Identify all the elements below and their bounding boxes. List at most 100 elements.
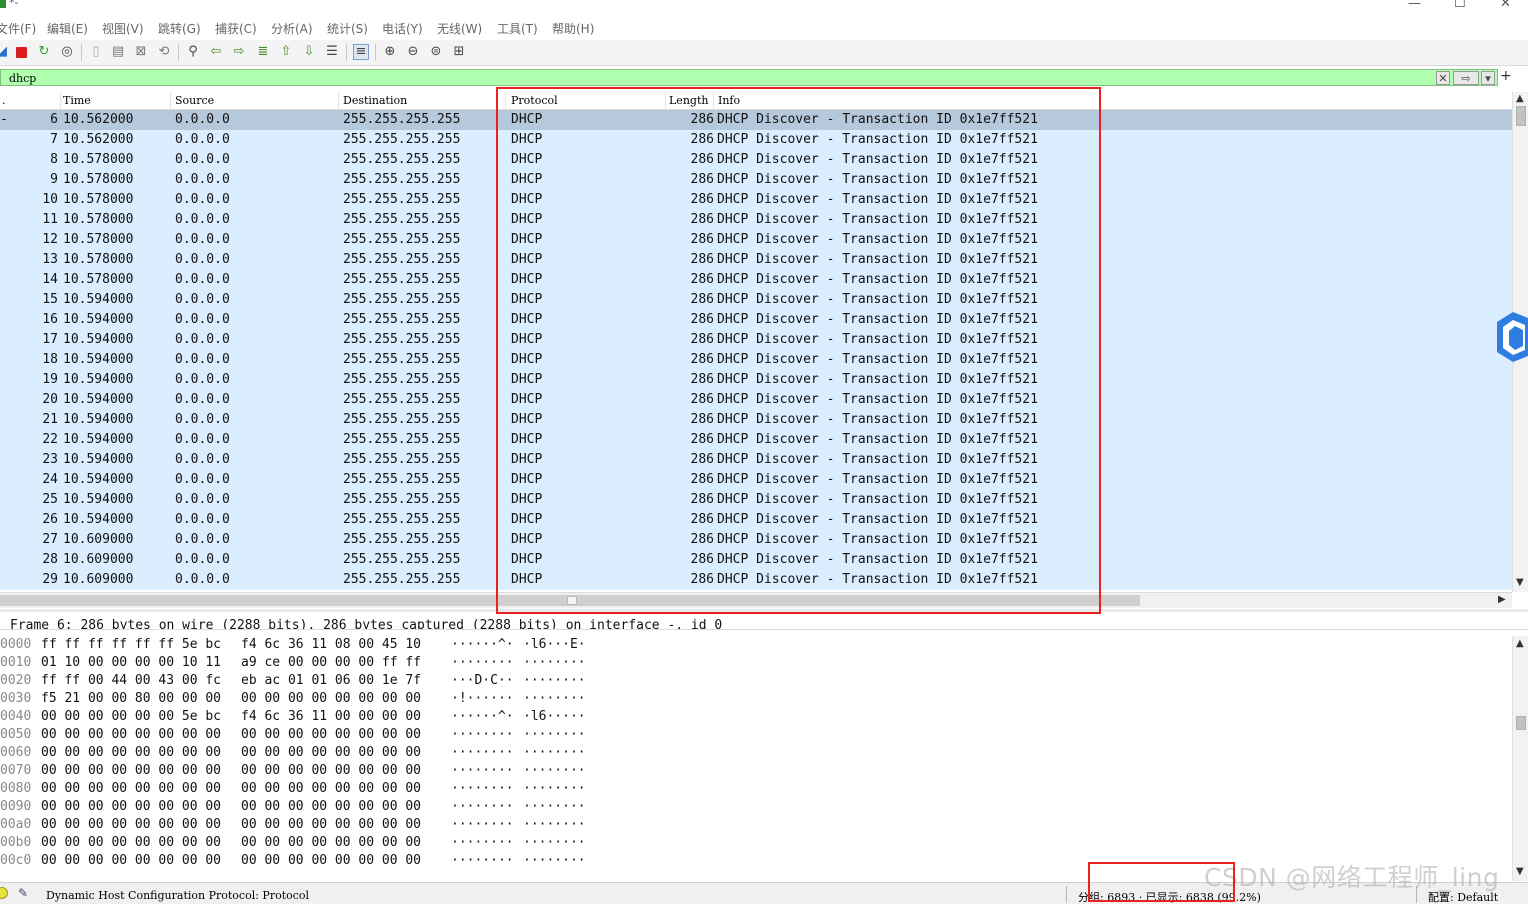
maximize-button[interactable]: ☐	[1454, 0, 1466, 11]
restart-icon[interactable]: ↻	[36, 44, 52, 60]
packet-row[interactable]: 27 10.609000 0.0.0.0 255.255.255.255 DHCP 286…	[0, 530, 1512, 550]
menu-view[interactable]: 视图(V)	[102, 20, 144, 37]
column-header-info[interactable]: Info	[718, 94, 740, 107]
hex-dump-row[interactable]: 0010 01 10 00 00 00 00 10 11 a9 ce 00 00 0…	[0, 654, 1512, 672]
hex-dump-row[interactable]: 0060 00 00 00 00 00 00 00 00 00 00 00 00 0…	[0, 744, 1512, 762]
column-header-no[interactable]: .	[2, 94, 6, 107]
scrollbar-thumb[interactable]	[567, 596, 577, 605]
menu-analyze[interactable]: 分析(A)	[271, 20, 313, 37]
first-packet-icon[interactable]: ⇧	[278, 44, 294, 60]
go-forward-icon[interactable]: ⇨	[231, 44, 247, 60]
packet-row[interactable]: 11 10.578000 0.0.0.0 255.255.255.255 DHCP 286…	[0, 210, 1512, 230]
scroll-right-icon[interactable]: ▶	[1498, 594, 1506, 605]
column-header-protocol[interactable]: Protocol	[511, 94, 558, 107]
packet-row[interactable]: 12 10.578000 0.0.0.0 255.255.255.255 DHCP 286…	[0, 230, 1512, 250]
packet-row[interactable]: 10 10.578000 0.0.0.0 255.255.255.255 DHCP 286…	[0, 190, 1512, 210]
go-to-packet-icon[interactable]: ≣	[255, 44, 271, 60]
packet-row[interactable]: 7 10.562000 0.0.0.0 255.255.255.255 DHCP 286 D…	[0, 130, 1512, 150]
packet-row[interactable]: 18 10.594000 0.0.0.0 255.255.255.255 DHCP 286…	[0, 350, 1512, 370]
packet-row-selected[interactable]: -6 10.562000 0.0.0.0 255.255.255.255 DHCP 286…	[0, 110, 1512, 130]
packet-row[interactable]: 16 10.594000 0.0.0.0 255.255.255.255 DHCP 286…	[0, 310, 1512, 330]
hex-dump-row[interactable]: 0070 00 00 00 00 00 00 00 00 00 00 00 00 0…	[0, 762, 1512, 780]
packet-row[interactable]: 8 10.578000 0.0.0.0 255.255.255.255 DHCP 286 D…	[0, 150, 1512, 170]
close-button[interactable]: ✕	[1500, 0, 1511, 11]
menu-tools[interactable]: 工具(T)	[497, 20, 538, 37]
options-icon[interactable]: ◎	[59, 44, 75, 60]
menu-statistics[interactable]: 统计(S)	[327, 20, 368, 37]
go-back-icon[interactable]: ⇦	[208, 44, 224, 60]
column-header-length[interactable]: Length	[669, 94, 708, 107]
hex-dump-row[interactable]: 0030 f5 21 00 00 80 00 00 00 00 00 00 00 0…	[0, 690, 1512, 708]
hex-dump-row[interactable]: 0050 00 00 00 00 00 00 00 00 00 00 00 00 0…	[0, 726, 1512, 744]
scroll-up-icon[interactable]: ▲	[1516, 638, 1524, 649]
menu-go[interactable]: 跳转(G)	[158, 20, 201, 37]
zoom-out-icon[interactable]: ⊖	[405, 44, 421, 60]
column-divider[interactable]	[665, 92, 666, 110]
column-header-source[interactable]: Source	[175, 94, 214, 107]
menu-telephony[interactable]: 电话(Y)	[382, 20, 423, 37]
expert-info-led-icon[interactable]	[0, 887, 8, 899]
scrollbar-thumb[interactable]	[1516, 716, 1526, 730]
minimize-button[interactable]: —	[1408, 0, 1421, 11]
column-divider[interactable]	[60, 92, 61, 110]
floating-assistant-icon[interactable]	[1493, 310, 1528, 362]
column-divider[interactable]	[338, 92, 339, 110]
stop-icon[interactable]	[13, 44, 29, 60]
column-header-time[interactable]: Time	[63, 94, 91, 107]
shark-fin-icon[interactable]: ◢	[0, 44, 10, 60]
scroll-up-icon[interactable]: ▲	[1516, 93, 1524, 104]
packet-row[interactable]: 14 10.578000 0.0.0.0 255.255.255.255 DHCP 286…	[0, 270, 1512, 290]
clear-filter-icon[interactable]: ✕	[1436, 71, 1450, 85]
packet-row[interactable]: 19 10.594000 0.0.0.0 255.255.255.255 DHCP 286…	[0, 370, 1512, 390]
menu-edit[interactable]: 编辑(E)	[47, 20, 88, 37]
hex-dump-row[interactable]: 00b0 00 00 00 00 00 00 00 00 00 00 00 00 0…	[0, 834, 1512, 852]
packet-row[interactable]: 22 10.594000 0.0.0.0 255.255.255.255 DHCP 286…	[0, 430, 1512, 450]
normal-size-icon[interactable]: ⊜	[428, 44, 444, 60]
hex-dump-row[interactable]: 0080 00 00 00 00 00 00 00 00 00 00 00 00 0…	[0, 780, 1512, 798]
display-filter-input[interactable]	[9, 71, 1429, 85]
packet-row[interactable]: 24 10.594000 0.0.0.0 255.255.255.255 DHCP 286…	[0, 470, 1512, 490]
zoom-in-icon[interactable]: ⊕	[382, 44, 398, 60]
capture-comment-icon[interactable]: ✎	[18, 886, 28, 900]
hex-dump-row[interactable]: 00a0 00 00 00 00 00 00 00 00 00 00 00 00 0…	[0, 816, 1512, 834]
packet-row[interactable]: 25 10.594000 0.0.0.0 255.255.255.255 DHCP 286…	[0, 490, 1512, 510]
scroll-down-icon[interactable]: ▼	[1516, 866, 1524, 877]
frame-summary-line[interactable]: Frame 6: 286 bytes on wire (2288 bits), …	[10, 616, 722, 629]
packet-row[interactable]: 15 10.594000 0.0.0.0 255.255.255.255 DHCP 286…	[0, 290, 1512, 310]
last-packet-icon[interactable]: ⇩	[301, 44, 317, 60]
menu-file[interactable]: 文件(F)	[0, 20, 36, 37]
column-divider[interactable]	[713, 92, 714, 110]
find-packet-icon[interactable]: ⚲	[185, 44, 201, 60]
scrollbar-thumb[interactable]	[1516, 106, 1526, 126]
hex-dump-row[interactable]: 0020 ff ff 00 44 00 43 00 fc eb ac 01 01 0…	[0, 672, 1512, 690]
close-file-icon[interactable]: ⊠	[133, 44, 149, 60]
bytes-vertical-scrollbar[interactable]: ▲ ▼	[1512, 636, 1528, 881]
hex-dump-row[interactable]: 0040 00 00 00 00 00 00 5e bc f4 6c 36 11 0…	[0, 708, 1512, 726]
autoscroll-icon[interactable]: ☰	[324, 44, 340, 60]
reload-icon[interactable]: ⟲	[156, 44, 172, 60]
packet-row[interactable]: 17 10.594000 0.0.0.0 255.255.255.255 DHCP 286…	[0, 330, 1512, 350]
packet-row[interactable]: 21 10.594000 0.0.0.0 255.255.255.255 DHCP 286…	[0, 410, 1512, 430]
packet-row[interactable]: 13 10.578000 0.0.0.0 255.255.255.255 DHCP 286…	[0, 250, 1512, 270]
colorize-icon[interactable]: ≡	[353, 44, 369, 60]
resize-columns-icon[interactable]: ⊞	[451, 44, 467, 60]
hex-dump-row[interactable]: 0000 ff ff ff ff ff ff 5e bc f4 6c 36 11 0…	[0, 636, 1512, 654]
hex-dump-row[interactable]: 0090 00 00 00 00 00 00 00 00 00 00 00 00 0…	[0, 798, 1512, 816]
save-file-icon[interactable]: ▤	[110, 44, 126, 60]
packet-row[interactable]: 28 10.609000 0.0.0.0 255.255.255.255 DHCP 286…	[0, 550, 1512, 570]
packet-row[interactable]: 20 10.594000 0.0.0.0 255.255.255.255 DHCP 286…	[0, 390, 1512, 410]
apply-filter-icon[interactable]: ⇨	[1453, 71, 1479, 85]
packet-row[interactable]: 9 10.578000 0.0.0.0 255.255.255.255 DHCP 286 D…	[0, 170, 1512, 190]
packet-list-horizontal-scrollbar[interactable]: ▶	[0, 592, 1512, 608]
column-divider[interactable]	[170, 92, 171, 110]
scroll-down-icon[interactable]: ▼	[1516, 577, 1524, 588]
add-filter-button-icon[interactable]: +	[1500, 68, 1512, 84]
packet-row[interactable]: 26 10.594000 0.0.0.0 255.255.255.255 DHCP 286…	[0, 510, 1512, 530]
filter-history-dropdown-icon[interactable]: ▾	[1481, 71, 1495, 85]
menu-wireless[interactable]: 无线(W)	[437, 20, 482, 37]
column-divider[interactable]	[505, 92, 506, 110]
open-file-icon[interactable]: ▯	[88, 44, 104, 60]
packet-row[interactable]: 29 10.609000 0.0.0.0 255.255.255.255 DHCP 286…	[0, 570, 1512, 590]
menu-capture[interactable]: 捕获(C)	[215, 20, 257, 37]
packet-row[interactable]: 23 10.594000 0.0.0.0 255.255.255.255 DHCP 286…	[0, 450, 1512, 470]
